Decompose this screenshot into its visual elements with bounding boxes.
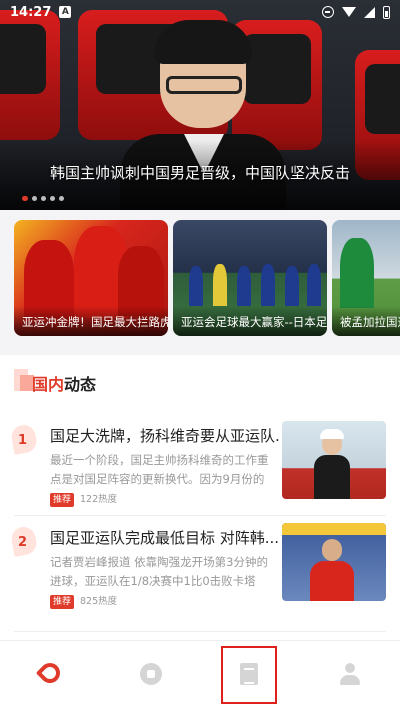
carousel-dots [22,196,64,201]
do-not-disturb-icon [322,6,334,18]
tab-home[interactable] [0,641,100,712]
card-caption: 被孟加拉国逼 [332,306,400,336]
featured-cards: 亚运冲金牌！国足最大拦路虎... 亚运会足球最大赢家--日本足... 被孟加拉国… [0,210,400,355]
news-thumbnail [282,523,386,601]
hero-banner[interactable]: 韩国主帅讽刺中国男足晋级，中国队坚决反击 [0,0,400,210]
card-caption: 亚运冲金牌！国足最大拦路虎... [14,306,168,336]
wifi-icon [342,7,356,17]
profile-icon [340,663,360,685]
hot-count: 825热度 [80,596,118,607]
news-title: 国足亚运队完成最低目标 对阵韩... [50,529,280,547]
hot-count: 122热度 [80,494,118,505]
news-item[interactable]: 1 国足大洗牌，扬科维奇要从亚运队... 最近一个阶段，国足主帅扬科维奇的工作重… [0,421,400,517]
carousel-dot[interactable] [41,196,46,201]
news-item[interactable]: 2 国足亚运队完成最低目标 对阵韩... 记者贾岩峰报道 依靠陶强龙开场第3分钟… [0,523,400,619]
divider [14,515,386,516]
ball-icon [140,663,162,685]
carousel-dot[interactable] [32,196,37,201]
news-thumbnail [282,421,386,499]
featured-card[interactable]: 亚运会足球最大赢家--日本足... [173,220,327,336]
section-header: 国内动态 [14,369,134,395]
carousel-dot[interactable] [59,196,64,201]
rank-badge: 2 [9,525,39,557]
rank-badge: 1 [9,423,39,455]
signal-icon [364,6,375,18]
tab-football[interactable] [100,641,200,712]
home-icon [35,658,65,688]
divider [14,631,386,632]
carousel-dot[interactable] [50,196,55,201]
highlight-box [221,646,277,704]
recommend-tag: 推荐 [50,493,75,507]
featured-card[interactable]: 被孟加拉国逼 [332,220,400,336]
card-caption: 亚运会足球最大赢家--日本足... [173,306,327,336]
section-title: 国内动态 [32,375,97,394]
tab-profile[interactable] [300,641,400,712]
hero-title: 韩国主帅讽刺中国男足晋级，中国队坚决反击 [49,164,350,182]
news-desc: 记者贾岩峰报道 依靠陶强龙开场第3分钟的进球，亚运队在1/8决赛中1比0击败卡塔… [50,555,268,588]
carousel-dot-active[interactable] [22,196,28,201]
notification-a-icon: A [59,6,72,18]
bottom-tab-bar [0,640,400,712]
recommend-tag: 推荐 [50,595,75,609]
battery-icon [383,5,390,19]
news-title: 国足大洗牌，扬科维奇要从亚运队... [50,427,280,445]
app-screen: 韩国主帅讽刺中国男足晋级，中国队坚决反击 14:27 A 亚运冲金牌！国足最大拦… [0,0,400,712]
status-bar: 14:27 A [0,0,400,24]
featured-card[interactable]: 亚运冲金牌！国足最大拦路虎... [14,220,168,336]
status-time: 14:27 [10,4,52,20]
news-desc: 最近一个阶段，国足主帅扬科维奇的工作重点是对国足阵容的更新换代。因为9月份的两场… [50,453,269,486]
stadium-seat [0,10,60,140]
